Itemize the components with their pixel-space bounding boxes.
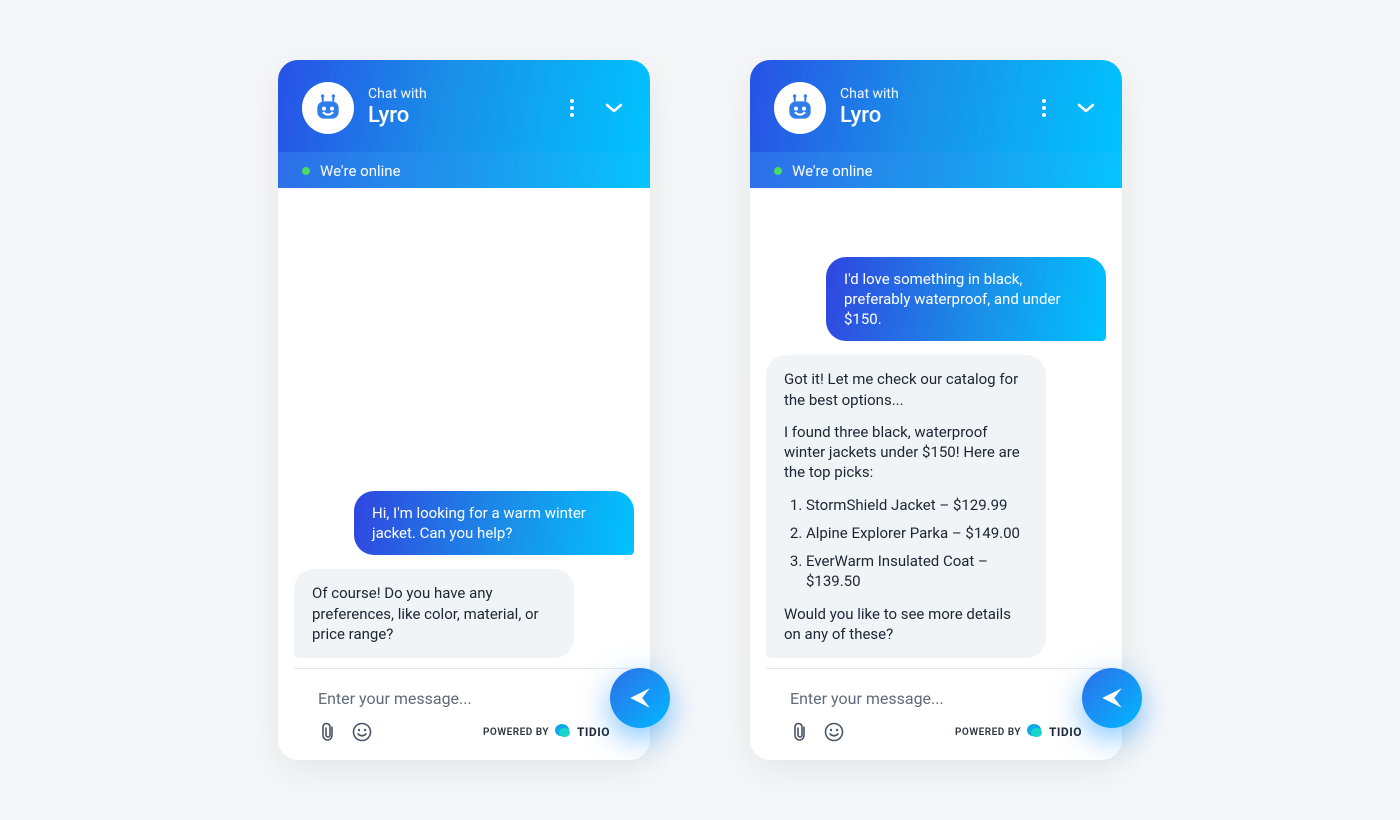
chat-header: Chat with Lyro — [278, 60, 650, 152]
status-text: We're online — [792, 162, 873, 180]
product-list-item: StormShield Jacket – $129.99 — [806, 495, 1028, 515]
message-bot: Got it! Let me check our catalog for the… — [766, 355, 1046, 658]
message-user: I'd love something in black, preferably … — [826, 257, 1106, 342]
chevron-down-icon — [1077, 103, 1095, 113]
tidio-logo-icon — [555, 724, 571, 740]
chat-widget-1: Chat with Lyro We're online Hi, I'm look… — [278, 60, 650, 760]
smiley-icon — [824, 722, 844, 742]
emoji-button[interactable] — [352, 722, 372, 742]
bot-paragraph: I found three black, waterproof winter j… — [784, 422, 1028, 483]
emoji-button[interactable] — [824, 722, 844, 742]
kebab-menu-icon — [1042, 99, 1046, 117]
chat-widget-2: Chat with Lyro We're online I'd love som… — [750, 60, 1122, 760]
powered-by[interactable]: POWERED BY TIDIO — [483, 724, 610, 740]
header-actions — [560, 96, 626, 120]
minimize-button[interactable] — [1074, 96, 1098, 120]
minimize-button[interactable] — [602, 96, 626, 120]
chat-header: Chat with Lyro — [750, 60, 1122, 152]
bot-paragraph: Would you like to see more details on an… — [784, 604, 1028, 645]
smiley-icon — [352, 722, 372, 742]
send-button[interactable] — [610, 668, 670, 728]
input-area: Enter your message... POWERED BY TIDIO — [766, 668, 1106, 760]
kebab-menu-icon — [570, 99, 574, 117]
tidio-logo-icon — [1027, 724, 1043, 740]
powered-by-label: POWERED BY — [955, 727, 1021, 738]
product-list-item: Alpine Explorer Parka – $149.00 — [806, 523, 1028, 543]
bot-paragraph: Got it! Let me check our catalog for the… — [784, 369, 1028, 410]
bot-avatar — [302, 82, 354, 134]
paperclip-icon — [319, 722, 337, 742]
messages-area: Hi, I'm looking for a warm winter jacket… — [278, 188, 650, 668]
paperclip-icon — [791, 722, 809, 742]
chat-with-label: Chat with — [840, 86, 1032, 103]
message-input[interactable]: Enter your message... — [318, 683, 610, 722]
attachment-button[interactable] — [790, 722, 810, 742]
message-user: Hi, I'm looking for a warm winter jacket… — [354, 491, 634, 556]
product-list-item: EverWarm Insulated Coat – $139.50 — [806, 551, 1028, 592]
robot-icon — [312, 92, 344, 124]
robot-icon — [784, 92, 816, 124]
brand-name: TIDIO — [1049, 725, 1082, 739]
bot-name: Lyro — [368, 103, 560, 129]
product-list: StormShield Jacket – $129.99 Alpine Expl… — [806, 495, 1028, 592]
brand-name: TIDIO — [577, 725, 610, 739]
header-actions — [1032, 96, 1098, 120]
more-options-button[interactable] — [560, 96, 584, 120]
chevron-down-icon — [605, 103, 623, 113]
attachment-button[interactable] — [318, 722, 338, 742]
status-text: We're online — [320, 162, 401, 180]
chat-title-block: Chat with Lyro — [368, 86, 560, 129]
bot-avatar — [774, 82, 826, 134]
messages-area: I'd love something in black, preferably … — [750, 188, 1122, 668]
bot-name: Lyro — [840, 103, 1032, 129]
send-icon — [627, 685, 653, 711]
chat-title-block: Chat with Lyro — [840, 86, 1032, 129]
online-status-dot — [302, 167, 310, 175]
chat-with-label: Chat with — [368, 86, 560, 103]
send-button[interactable] — [1082, 668, 1142, 728]
message-bot: Of course! Do you have any preferences, … — [294, 569, 574, 658]
message-input[interactable]: Enter your message... — [790, 683, 1082, 722]
powered-by-label: POWERED BY — [483, 727, 549, 738]
more-options-button[interactable] — [1032, 96, 1056, 120]
powered-by[interactable]: POWERED BY TIDIO — [955, 724, 1082, 740]
send-icon — [1099, 685, 1125, 711]
input-area: Enter your message... POWERED BY TIDIO — [294, 668, 634, 760]
online-status-dot — [774, 167, 782, 175]
